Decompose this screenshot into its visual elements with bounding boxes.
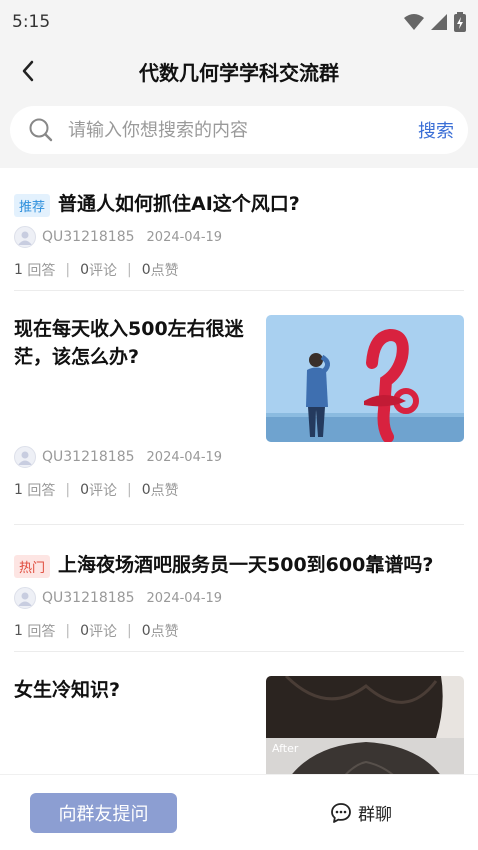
- post-date: 2024-04-19: [146, 590, 223, 606]
- status-time: 5:15: [12, 12, 51, 32]
- answer-count: 1: [14, 482, 23, 498]
- comment-label: 评论: [89, 624, 118, 640]
- battery-icon: [454, 12, 466, 32]
- comment-count: 0: [80, 262, 90, 278]
- user-icon: [18, 592, 32, 606]
- chat-bubble-icon: [331, 802, 351, 823]
- comment-label: 评论: [89, 483, 118, 499]
- signal-icon: [431, 14, 447, 30]
- group-chat-label: 群聊: [358, 805, 392, 825]
- comment-count: 0: [80, 623, 90, 639]
- post-item[interactable]: 推荐 普通人如何抓住AI这个风口? QU31218185 2024-04-19 …: [14, 170, 464, 291]
- image-caption: After: [272, 742, 299, 755]
- author-name[interactable]: QU31218185: [42, 229, 135, 245]
- like-count: 0: [141, 482, 151, 498]
- search-input[interactable]: [68, 119, 410, 141]
- answer-label: 回答: [27, 624, 56, 640]
- comment-count: 0: [80, 482, 90, 498]
- nav-header: 代数几何学学科交流群: [0, 44, 478, 98]
- avatar[interactable]: [14, 226, 36, 248]
- page-title: 代数几何学学科交流群: [139, 60, 339, 85]
- user-icon: [18, 231, 32, 245]
- search-button[interactable]: 搜索: [418, 117, 454, 143]
- status-bar: 5:15: [0, 0, 478, 44]
- divider: |: [65, 623, 71, 639]
- status-icons: [404, 12, 466, 32]
- post-item[interactable]: 热门 上海夜场酒吧服务员一天500到600靠谱吗? QU31218185 202…: [14, 525, 464, 652]
- chevron-left-icon: [22, 60, 34, 82]
- divider: |: [127, 482, 132, 498]
- user-icon: [18, 451, 32, 465]
- divider: |: [65, 262, 71, 278]
- divider: |: [127, 623, 132, 639]
- post-title[interactable]: 女生冷知识?: [14, 676, 258, 704]
- divider: |: [65, 482, 71, 498]
- recommend-badge: 推荐: [14, 194, 51, 217]
- back-button[interactable]: [0, 44, 56, 98]
- bottom-bar: 向群友提问 群聊: [0, 774, 478, 850]
- search-area: 搜索: [0, 98, 478, 168]
- post-feed[interactable]: 推荐 普通人如何抓住AI这个风口? QU31218185 2024-04-19 …: [0, 170, 478, 774]
- search-icon: [28, 117, 54, 143]
- answer-label: 回答: [27, 483, 56, 499]
- author-name[interactable]: QU31218185: [42, 449, 135, 465]
- post-title[interactable]: 普通人如何抓住AI这个风口?: [58, 190, 300, 218]
- comment-label: 评论: [89, 263, 118, 279]
- post-thumbnail[interactable]: After: [266, 676, 464, 774]
- like-label: 点赞: [150, 624, 179, 640]
- post-date: 2024-04-19: [146, 449, 223, 465]
- search-bar: 搜索: [10, 106, 468, 154]
- post-item[interactable]: 现在每天收入500左右很迷茫，该怎么办? QU31218185 2024-04-…: [14, 291, 464, 525]
- ask-question-button[interactable]: 向群友提问: [30, 792, 177, 833]
- hot-badge: 热门: [14, 555, 51, 578]
- group-chat-button[interactable]: 群聊: [330, 800, 392, 825]
- post-thumbnail[interactable]: [266, 315, 464, 442]
- post-date: 2024-04-19: [146, 229, 223, 245]
- answer-label: 回答: [27, 263, 56, 279]
- like-count: 0: [141, 623, 151, 639]
- like-count: 0: [141, 262, 151, 278]
- author-name[interactable]: QU31218185: [42, 590, 135, 606]
- post-stats: 1 回答 | 0 评论 | 0 点赞: [14, 621, 464, 641]
- wifi-icon: [404, 14, 424, 30]
- divider: |: [127, 262, 132, 278]
- post-stats: 1 回答 | 0 评论 | 0 点赞: [14, 260, 464, 280]
- like-label: 点赞: [150, 263, 179, 279]
- answer-count: 1: [14, 262, 23, 278]
- post-item[interactable]: 女生冷知识? After: [14, 652, 464, 774]
- post-title[interactable]: 上海夜场酒吧服务员一天500到600靠谱吗?: [58, 551, 433, 579]
- answer-count: 1: [14, 623, 23, 639]
- like-label: 点赞: [150, 483, 179, 499]
- avatar[interactable]: [14, 587, 36, 609]
- post-stats: 1 回答 | 0 评论 | 0 点赞: [14, 480, 464, 500]
- post-title[interactable]: 现在每天收入500左右很迷茫，该怎么办?: [14, 315, 258, 371]
- avatar[interactable]: [14, 446, 36, 468]
